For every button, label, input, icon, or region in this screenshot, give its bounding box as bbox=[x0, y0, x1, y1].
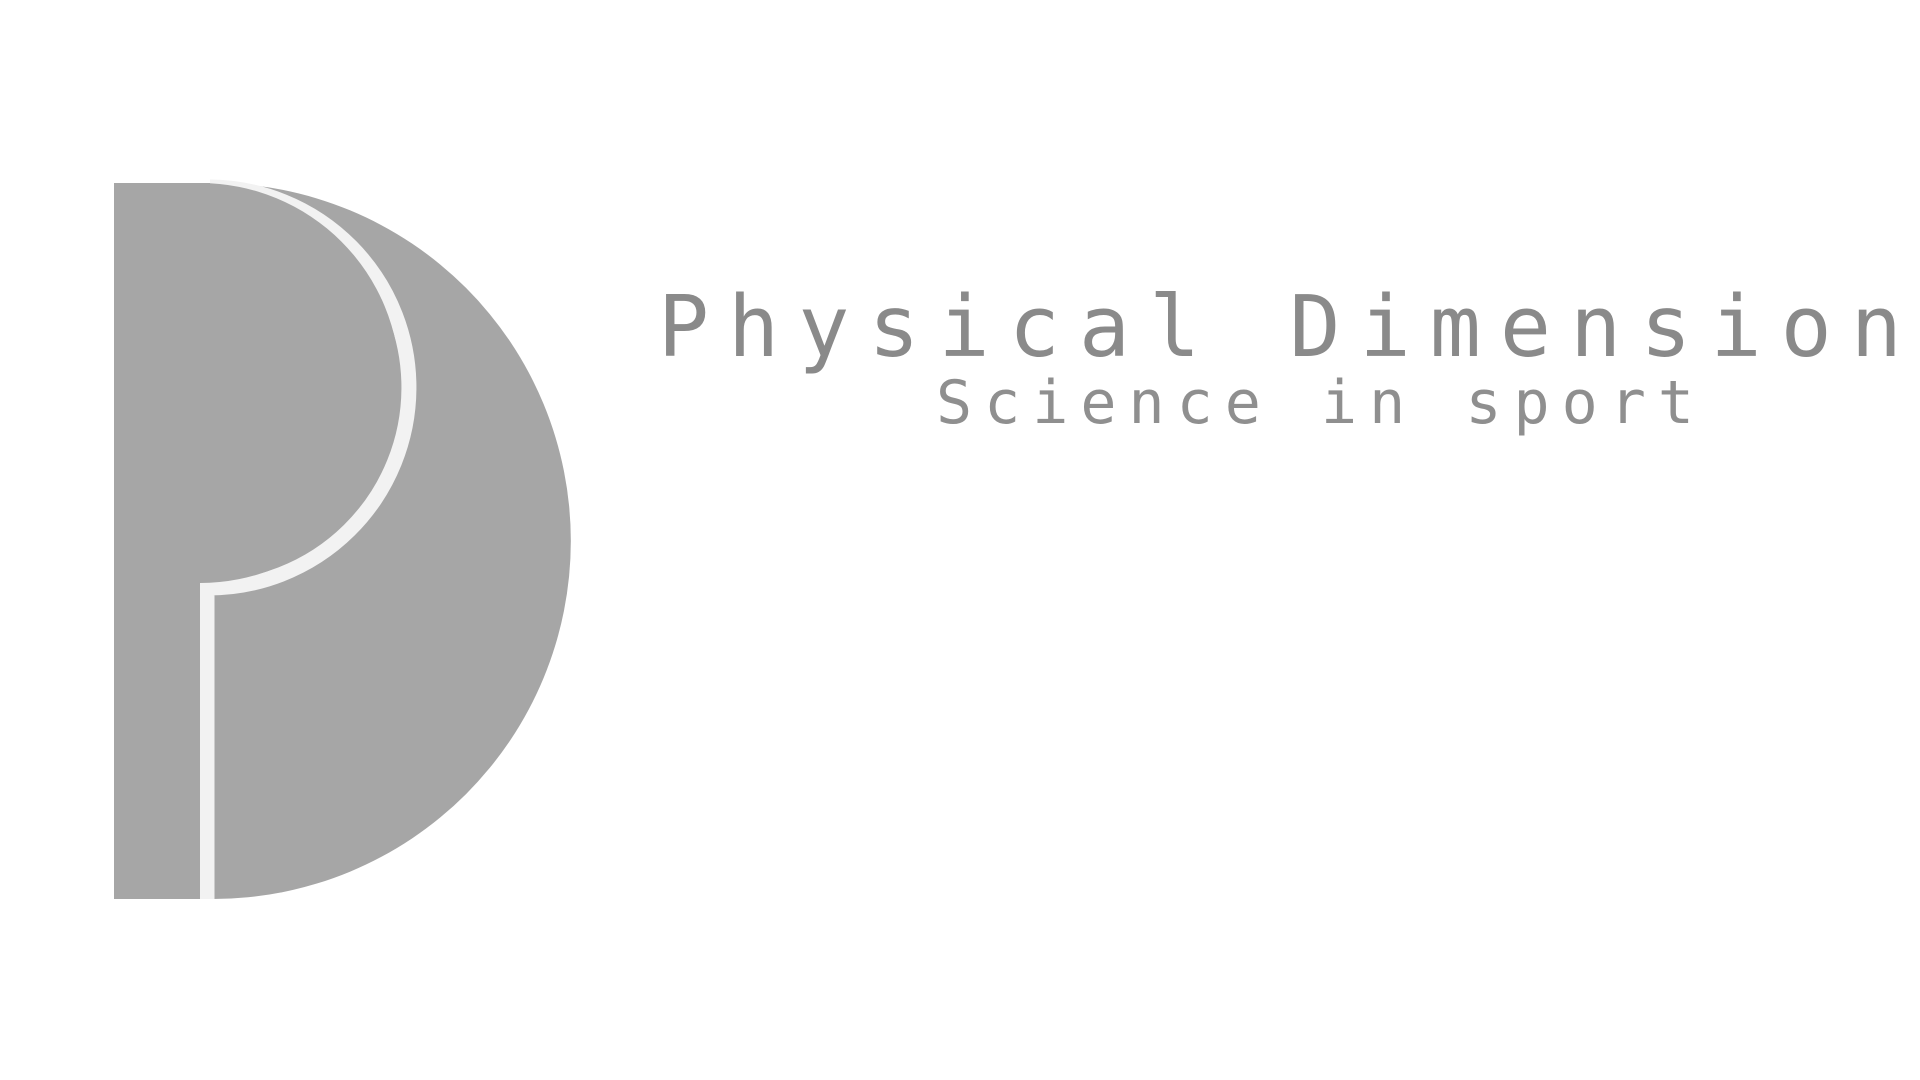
pd-monogram-logo-icon bbox=[114, 179, 571, 899]
brand-text-block: Physical Dimensions Science in sport bbox=[658, 278, 1920, 438]
splash-screen: Physical Dimensions Science in sport bbox=[0, 0, 1920, 1080]
brand-tagline: Science in sport bbox=[936, 368, 1706, 438]
brand-name: Physical Dimensions bbox=[657, 278, 1920, 377]
